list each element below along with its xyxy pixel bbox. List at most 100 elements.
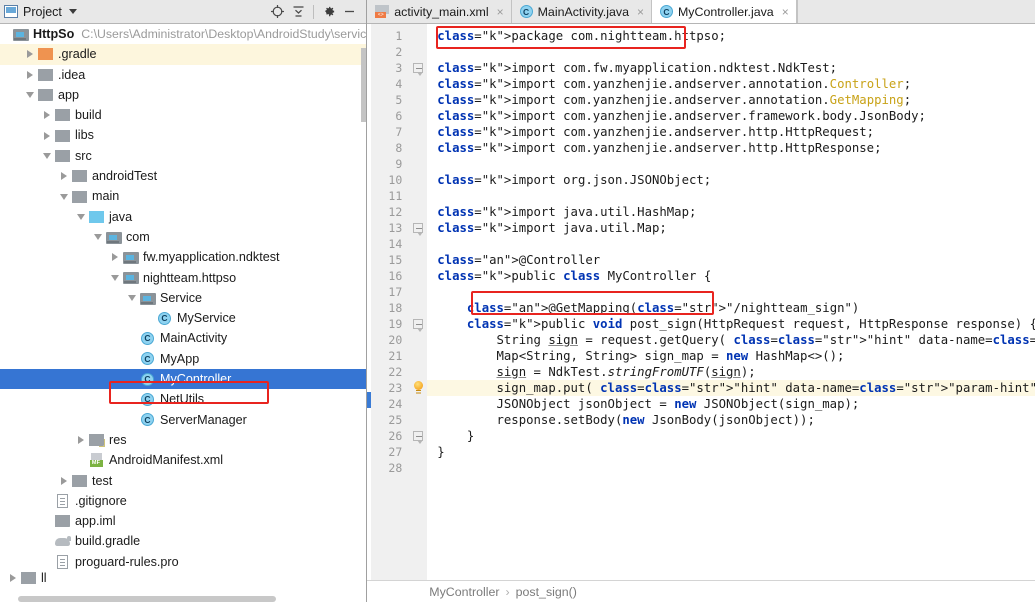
code-line[interactable]: class="k">package com.nightteam.httpso; bbox=[427, 28, 1035, 44]
collapse-region-icon[interactable] bbox=[413, 319, 423, 332]
editor-tab[interactable]: CMainActivity.java× bbox=[512, 0, 652, 23]
chevron-right-icon[interactable] bbox=[74, 430, 88, 450]
project-title-dropdown[interactable]: Project bbox=[4, 5, 267, 19]
code-line[interactable] bbox=[427, 156, 1035, 172]
close-icon[interactable]: × bbox=[637, 6, 644, 18]
collapse-all-icon[interactable] bbox=[288, 2, 309, 22]
breadcrumb-class[interactable]: MyController bbox=[429, 585, 499, 599]
code-line[interactable]: Map<String, String> sign_map = new HashM… bbox=[427, 348, 1035, 364]
tree-item-build[interactable]: build bbox=[0, 105, 366, 125]
chevron-down-icon[interactable] bbox=[69, 9, 77, 14]
breadcrumb-method[interactable]: post_sign() bbox=[516, 585, 577, 599]
project-tree-vertical-scrollbar[interactable] bbox=[361, 48, 366, 602]
chevron-right-icon[interactable] bbox=[23, 44, 37, 64]
code-line[interactable]: class="k">import com.yanzhenjie.andserve… bbox=[427, 140, 1035, 156]
tree-item-mycontroller[interactable]: CMyController bbox=[0, 369, 366, 389]
tree-item-service[interactable]: Service bbox=[0, 288, 366, 308]
chevron-down-icon[interactable] bbox=[40, 146, 54, 166]
code-line[interactable] bbox=[427, 188, 1035, 204]
close-icon[interactable]: × bbox=[782, 6, 789, 18]
tree-item-app-iml[interactable]: app.iml bbox=[0, 511, 366, 531]
code-line[interactable]: JSONObject jsonObject = new JSONObject(s… bbox=[427, 396, 1035, 412]
tree-item-res[interactable]: res bbox=[0, 430, 366, 450]
code-line[interactable]: class="k">import com.yanzhenjie.andserve… bbox=[427, 108, 1035, 124]
code-line[interactable] bbox=[427, 460, 1035, 476]
chevron-down-icon[interactable] bbox=[108, 268, 122, 288]
collapse-region-icon[interactable] bbox=[413, 63, 423, 76]
scrollbar-thumb[interactable] bbox=[18, 596, 276, 602]
chevron-right-icon[interactable] bbox=[23, 65, 37, 85]
code-line[interactable]: class="k">import java.util.Map; bbox=[427, 220, 1035, 236]
chevron-down-icon[interactable] bbox=[74, 207, 88, 227]
minimize-icon[interactable] bbox=[339, 2, 360, 22]
scrollbar-thumb[interactable] bbox=[361, 48, 366, 122]
chevron-right-icon[interactable] bbox=[6, 572, 20, 584]
tree-item-test[interactable]: test bbox=[0, 471, 366, 491]
tree-item-main[interactable]: main bbox=[0, 186, 366, 206]
collapse-region-icon[interactable] bbox=[413, 223, 423, 236]
editor-tab[interactable]: <>activity_main.xml× bbox=[367, 0, 511, 23]
fold-marker-slot[interactable] bbox=[409, 60, 427, 76]
code-line[interactable]: class="an">@Controller bbox=[427, 252, 1035, 268]
chevron-right-icon[interactable] bbox=[40, 105, 54, 125]
code-line[interactable]: class="an">@GetMapping(class="str">"/nig… bbox=[427, 300, 1035, 316]
chevron-down-icon[interactable] bbox=[91, 227, 105, 247]
chevron-down-icon[interactable] bbox=[23, 85, 37, 105]
tree-item-myapp[interactable]: CMyApp bbox=[0, 349, 366, 369]
tree-item--gitignore[interactable]: .gitignore bbox=[0, 491, 366, 511]
code-line[interactable]: class="k">import java.util.HashMap; bbox=[427, 204, 1035, 220]
tree-item-androidmanifest-xml[interactable]: MFAndroidManifest.xml bbox=[0, 450, 366, 470]
code-line[interactable]: sign = NdkTest.stringFromUTF(sign); bbox=[427, 364, 1035, 380]
tree-item-mainactivity[interactable]: CMainActivity bbox=[0, 328, 366, 348]
code-line[interactable]: } bbox=[427, 428, 1035, 444]
tree-item--gradle[interactable]: .gradle bbox=[0, 44, 366, 64]
code-line[interactable]: class="k">public void post_sign(HttpRequ… bbox=[427, 316, 1035, 332]
fold-marker-slot[interactable] bbox=[409, 316, 427, 332]
fold-marker-slot[interactable] bbox=[409, 220, 427, 236]
code-text-area[interactable]: class="k">package com.nightteam.httpso; … bbox=[427, 24, 1035, 580]
project-tree-horizontal-scrollbar[interactable] bbox=[0, 596, 366, 602]
tree-item-proguard-rules-pro[interactable]: proguard-rules.pro bbox=[0, 552, 366, 572]
chevron-down-icon[interactable] bbox=[57, 187, 71, 207]
code-line[interactable]: class="k">import com.fw.myapplication.nd… bbox=[427, 60, 1035, 76]
code-line[interactable] bbox=[427, 284, 1035, 300]
code-line[interactable]: class="k">import com.yanzhenjie.andserve… bbox=[427, 92, 1035, 108]
lightbulb-icon[interactable] bbox=[411, 381, 425, 395]
code-line[interactable] bbox=[427, 44, 1035, 60]
chevron-right-icon[interactable] bbox=[57, 471, 71, 491]
tree-item--idea[interactable]: .idea bbox=[0, 65, 366, 85]
tree-item-app[interactable]: app bbox=[0, 85, 366, 105]
locate-icon[interactable] bbox=[267, 2, 288, 22]
tree-item-nightteam-httpso[interactable]: nightteam.httpso bbox=[0, 268, 366, 288]
tree-item-libs[interactable]: libs bbox=[0, 125, 366, 145]
close-icon[interactable]: × bbox=[497, 6, 504, 18]
intention-bulb-slot[interactable] bbox=[409, 380, 427, 396]
project-tree-scroll[interactable]: HttpSoC:\Users\Administrator\Desktop\And… bbox=[0, 24, 366, 602]
chevron-right-icon[interactable] bbox=[57, 166, 71, 186]
code-editor[interactable]: 1234567891011121314151617181920212223242… bbox=[367, 24, 1035, 580]
tree-item-servermanager[interactable]: CServerManager bbox=[0, 410, 366, 430]
tree-item-myservice[interactable]: CMyService bbox=[0, 308, 366, 328]
chevron-down-icon[interactable] bbox=[125, 288, 139, 308]
chevron-right-icon[interactable] bbox=[40, 126, 54, 146]
fold-marker-slot[interactable] bbox=[409, 428, 427, 444]
code-line[interactable]: String sign = request.getQuery( class=cl… bbox=[427, 332, 1035, 348]
tree-item-androidtest[interactable]: androidTest bbox=[0, 166, 366, 186]
tree-item-java[interactable]: java bbox=[0, 207, 366, 227]
code-line[interactable]: sign_map.put( class=class="str">"hint" d… bbox=[427, 380, 1035, 396]
code-line[interactable]: response.setBody(new JsonBody(jsonObject… bbox=[427, 412, 1035, 428]
tree-item-src[interactable]: src bbox=[0, 146, 366, 166]
gear-icon[interactable] bbox=[318, 2, 339, 22]
code-line[interactable] bbox=[427, 236, 1035, 252]
tree-item-partial[interactable]: ll bbox=[0, 572, 366, 584]
tree-item-netutils[interactable]: CNetUtils bbox=[0, 389, 366, 409]
code-folding-gutter[interactable] bbox=[409, 24, 427, 580]
collapse-region-icon[interactable] bbox=[413, 431, 423, 444]
editor-tab-active[interactable]: CMyController.java× bbox=[652, 0, 797, 23]
tree-item-com[interactable]: com bbox=[0, 227, 366, 247]
chevron-right-icon[interactable] bbox=[108, 247, 122, 267]
tree-root-row[interactable]: HttpSoC:\Users\Administrator\Desktop\And… bbox=[0, 24, 366, 44]
code-line[interactable]: class="k">public class MyController { bbox=[427, 268, 1035, 284]
tree-item-build-gradle[interactable]: build.gradle bbox=[0, 531, 366, 551]
tree-item-fw-myapplication-ndktest[interactable]: fw.myapplication.ndktest bbox=[0, 247, 366, 267]
